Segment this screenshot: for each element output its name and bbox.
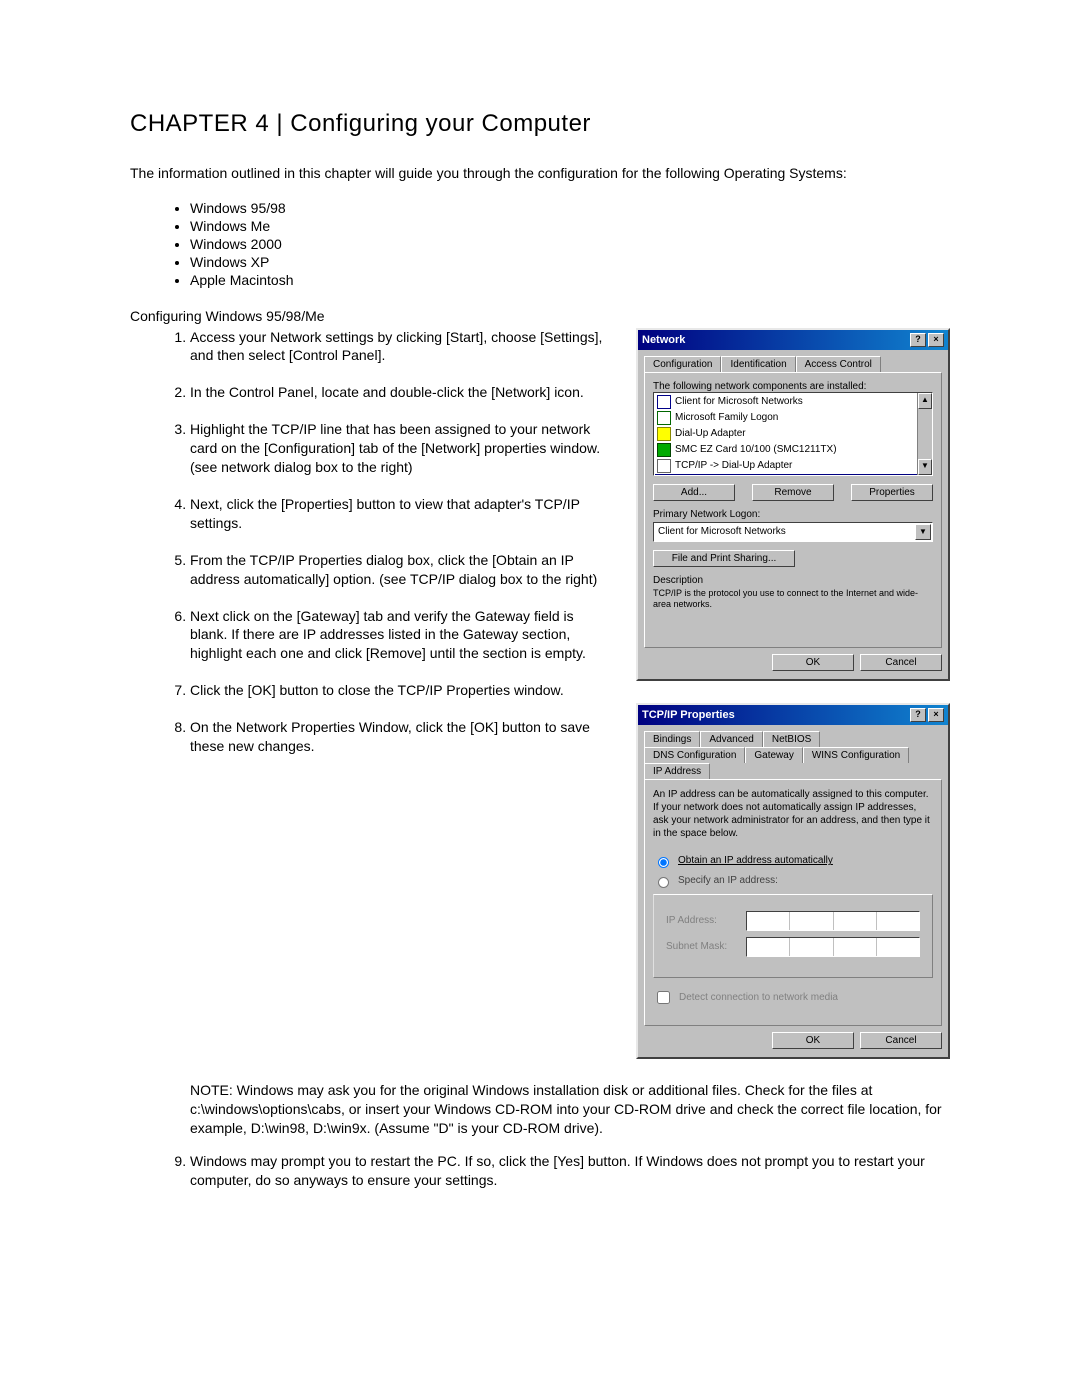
cancel-button[interactable]: Cancel (860, 1032, 942, 1049)
tab-advanced[interactable]: Advanced (700, 731, 762, 747)
ip-group: IP Address: Subnet Mask: (653, 894, 933, 978)
primary-logon-dropdown[interactable]: Client for Microsoft Networks ▼ (653, 522, 933, 542)
window-title: TCP/IP Properties (642, 709, 735, 721)
primary-logon-label: Primary Network Logon: (653, 509, 933, 520)
document-page: CHAPTER 4 | Configuring your Computer Th… (0, 0, 1080, 1397)
add-button[interactable]: Add... (653, 484, 735, 501)
subnet-mask-field[interactable] (746, 937, 920, 957)
network-dialog: Network ? × Configuration Identification… (636, 328, 950, 681)
file-print-sharing-button[interactable]: File and Print Sharing... (653, 550, 795, 567)
description-label: Description (653, 575, 933, 586)
tab-netbios[interactable]: NetBIOS (763, 731, 820, 747)
radio-specify[interactable]: Specify an IP address: (653, 874, 933, 888)
components-listbox[interactable]: Client for Microsoft Networks Microsoft … (653, 392, 933, 476)
step-item: On the Network Properties Window, click … (190, 718, 612, 756)
step-item: Next click on the [Gateway] tab and veri… (190, 607, 612, 664)
step-item: Click the [OK] button to close the TCP/I… (190, 681, 612, 700)
help-button[interactable]: ? (910, 708, 926, 722)
scrollbar[interactable]: ▲ ▼ (917, 393, 932, 475)
tab-configuration[interactable]: Configuration (644, 356, 721, 372)
os-item: Windows XP (190, 254, 950, 270)
window-title: Network (642, 334, 685, 346)
installed-label: The following network components are ins… (653, 381, 933, 392)
step-item: Access your Network settings by clicking… (190, 328, 612, 366)
os-item: Windows 95/98 (190, 200, 950, 216)
chapter-title: CHAPTER 4 | Configuring your Computer (130, 110, 950, 138)
remove-button[interactable]: Remove (752, 484, 834, 501)
protocol-icon (657, 459, 671, 473)
protocol-icon (657, 475, 671, 476)
os-list: Windows 95/98 Windows Me Windows 2000 Wi… (130, 200, 950, 288)
step-item: Next, click the [Properties] button to v… (190, 495, 612, 533)
step-item: In the Control Panel, locate and double-… (190, 383, 612, 402)
steps-list: Access your Network settings by clicking… (130, 328, 612, 756)
radio-label: Obtain an IP address automatically (678, 855, 833, 866)
intro-text: The information outlined in this chapter… (130, 164, 950, 184)
list-item-label: Dial-Up Adapter (675, 428, 746, 439)
checkbox-label: Detect connection to network media (679, 992, 838, 1003)
ok-button[interactable]: OK (772, 654, 854, 671)
list-item-label: Client for Microsoft Networks (675, 396, 803, 407)
chevron-down-icon: ▼ (915, 524, 931, 540)
step-item: Windows may prompt you to restart the PC… (190, 1152, 950, 1190)
client-icon (657, 411, 671, 425)
properties-button[interactable]: Properties (851, 484, 933, 501)
radio-input[interactable] (658, 857, 669, 868)
ip-blurb: An IP address can be automatically assig… (653, 788, 933, 840)
adapter-icon (657, 443, 671, 457)
steps-list-continued: Windows may prompt you to restart the PC… (130, 1152, 950, 1190)
note-text: NOTE: Windows may ask you for the origin… (130, 1081, 950, 1138)
description-text: TCP/IP is the protocol you use to connec… (653, 588, 933, 611)
step-item: Highlight the TCP/IP line that has been … (190, 420, 612, 477)
list-item-label: Microsoft Family Logon (675, 412, 778, 423)
ip-address-field[interactable] (746, 911, 920, 931)
tab-dns[interactable]: DNS Configuration (644, 747, 745, 763)
tab-ipaddress[interactable]: IP Address (644, 763, 710, 779)
titlebar: Network ? × (638, 330, 948, 350)
os-item: Windows Me (190, 218, 950, 234)
checkbox-input[interactable] (657, 991, 670, 1004)
os-item: Windows 2000 (190, 236, 950, 252)
os-item: Apple Macintosh (190, 272, 950, 288)
help-button[interactable]: ? (910, 333, 926, 347)
tab-wins[interactable]: WINS Configuration (803, 747, 909, 763)
step-item: From the TCP/IP Properties dialog box, c… (190, 551, 612, 589)
radio-input[interactable] (658, 877, 669, 888)
ok-button[interactable]: OK (772, 1032, 854, 1049)
screenshots-column: Network ? × Configuration Identification… (636, 328, 950, 1081)
cancel-button[interactable]: Cancel (860, 654, 942, 671)
scroll-down-button[interactable]: ▼ (918, 459, 932, 475)
section-heading: Configuring Windows 95/98/Me (130, 308, 950, 324)
tab-identification[interactable]: Identification (721, 356, 795, 372)
tab-access-control[interactable]: Access Control (796, 356, 881, 372)
list-item-label: SMC EZ Card 10/100 (SMC1211TX) (675, 444, 837, 455)
close-button[interactable]: × (928, 708, 944, 722)
scroll-up-button[interactable]: ▲ (918, 393, 932, 409)
tcpip-properties-dialog: TCP/IP Properties ? × Bindings Advanced … (636, 703, 950, 1059)
radio-label: Specify an IP address: (678, 875, 778, 886)
detect-media-checkbox[interactable]: Detect connection to network media (653, 988, 933, 1007)
radio-obtain-auto[interactable]: Obtain an IP address automatically (653, 854, 933, 868)
ip-address-label: IP Address: (666, 915, 736, 926)
dropdown-value: Client for Microsoft Networks (658, 526, 786, 537)
tab-gateway[interactable]: Gateway (745, 747, 802, 763)
close-button[interactable]: × (928, 333, 944, 347)
client-icon (657, 395, 671, 409)
tab-bindings[interactable]: Bindings (644, 731, 700, 747)
adapter-icon (657, 427, 671, 441)
list-item-label: TCP/IP -> Dial-Up Adapter (675, 460, 792, 471)
subnet-mask-label: Subnet Mask: (666, 941, 736, 952)
titlebar: TCP/IP Properties ? × (638, 705, 948, 725)
